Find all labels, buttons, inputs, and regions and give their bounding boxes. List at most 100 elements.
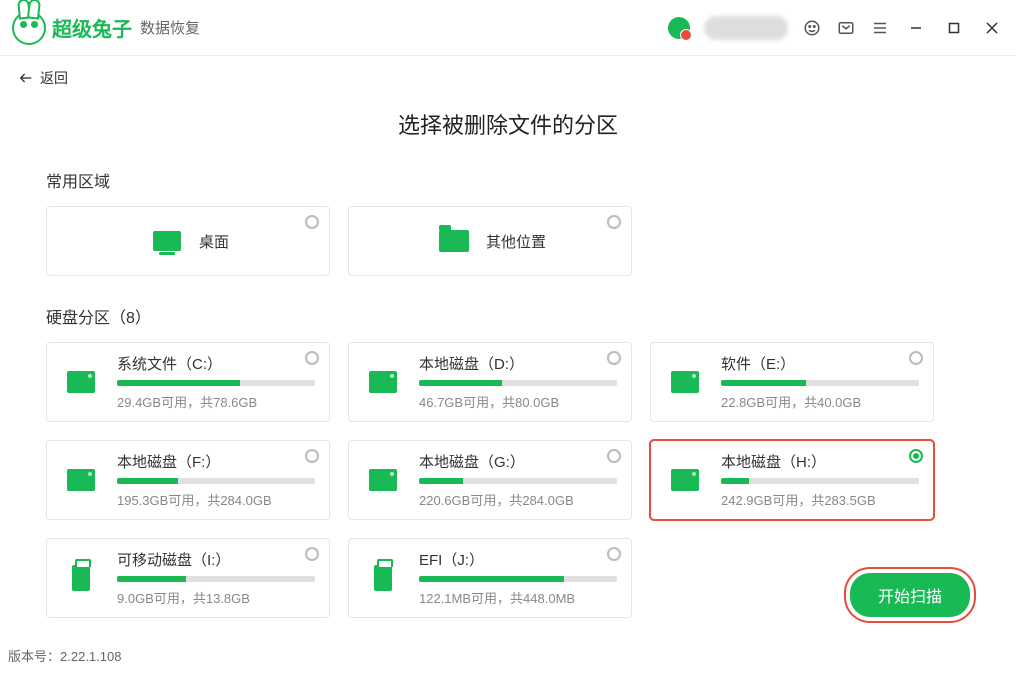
version-number: 2.22.1.108: [60, 649, 121, 664]
card-icon: [363, 362, 403, 402]
usage-bar: [419, 576, 617, 582]
card-label: 其他位置: [486, 231, 546, 252]
card-icon: [147, 221, 187, 261]
partition-label: 本地磁盘（F:）: [117, 451, 315, 472]
location-card-desktop[interactable]: 桌面: [46, 206, 330, 276]
page-title: 选择被删除文件的分区: [0, 108, 1016, 140]
usage-bar: [117, 576, 315, 582]
locations-row: 桌面 其他位置: [46, 206, 970, 276]
disk-icon: [369, 469, 397, 491]
partition-info: 242.9GB可用，共283.5GB: [721, 490, 919, 509]
close-icon[interactable]: [980, 16, 1004, 40]
partition-info: 29.4GB可用，共78.6GB: [117, 392, 315, 411]
back-button[interactable]: 返回: [0, 56, 1016, 88]
card-icon: [61, 460, 101, 500]
card-icon: [363, 558, 403, 598]
partition-card-f[interactable]: 本地磁盘（F:） 195.3GB可用，共284.0GB: [46, 440, 330, 520]
partition-info: 220.6GB可用，共284.0GB: [419, 490, 617, 509]
usage-bar-fill: [721, 478, 749, 484]
usb-icon: [374, 565, 392, 591]
usage-bar: [117, 380, 315, 386]
brand-sub: 数据恢复: [140, 17, 200, 38]
card-icon: [665, 460, 705, 500]
header-right: [668, 16, 1004, 40]
card-text: EFI（J:） 122.1MB可用，共448.0MB: [419, 549, 617, 607]
radio-indicator: [607, 215, 621, 229]
partition-label: 本地磁盘（D:）: [419, 353, 617, 374]
card-text: 本地磁盘（H:） 242.9GB可用，共283.5GB: [721, 451, 919, 509]
usage-bar-fill: [419, 576, 564, 582]
partition-label: 本地磁盘（H:）: [721, 451, 919, 472]
usage-bar-fill: [117, 576, 186, 582]
radio-indicator: [305, 215, 319, 229]
partition-card-j[interactable]: EFI（J:） 122.1MB可用，共448.0MB: [348, 538, 632, 618]
card-icon: [363, 460, 403, 500]
brand-main: 超级兔子: [52, 13, 132, 42]
card-text: 可移动磁盘（I:）9.0GB可用，共13.8GB: [117, 549, 315, 607]
scan-button-wrap: 开始扫描: [850, 573, 970, 617]
partition-info: 122.1MB可用，共448.0MB: [419, 588, 617, 607]
radio-indicator: [607, 449, 621, 463]
card-icon: [434, 221, 474, 261]
minimize-icon[interactable]: [904, 16, 928, 40]
menu-icon[interactable]: [870, 18, 890, 38]
radio-indicator: [909, 351, 923, 365]
radio-indicator: [909, 449, 923, 463]
partition-card-c[interactable]: 系统文件（C:） 29.4GB可用，共78.6GB: [46, 342, 330, 422]
monitor-icon: [153, 231, 181, 251]
disk-icon: [67, 469, 95, 491]
content: 常用区域 桌面 其他位置 硬盘分区（8） 系统文件（C:） 29.4GB可用，共78…: [0, 168, 1016, 618]
scan-button[interactable]: 开始扫描: [850, 573, 970, 617]
maximize-icon[interactable]: [942, 16, 966, 40]
card-text: 系统文件（C:） 29.4GB可用，共78.6GB: [117, 353, 315, 411]
radio-indicator: [305, 449, 319, 463]
usage-bar-fill: [117, 478, 178, 484]
usage-bar: [721, 380, 919, 386]
bunny-icon: [12, 11, 46, 45]
usage-bar-fill: [721, 380, 806, 386]
footer: 版本号：2.22.1.108: [8, 646, 121, 665]
card-icon: [61, 362, 101, 402]
back-label: 返回: [40, 68, 68, 88]
disk-icon: [671, 469, 699, 491]
usage-bar-fill: [419, 478, 463, 484]
usb-icon: [72, 565, 90, 591]
card-icon: [665, 362, 705, 402]
usage-bar-fill: [419, 380, 502, 386]
partition-card-d[interactable]: 本地磁盘（D:） 46.7GB可用，共80.0GB: [348, 342, 632, 422]
partition-card-g[interactable]: 本地磁盘（G:） 220.6GB可用，共284.0GB: [348, 440, 632, 520]
usage-bar: [419, 380, 617, 386]
partition-label: EFI（J:）: [419, 549, 617, 570]
app-header: 超级兔子 数据恢复: [0, 0, 1016, 56]
section-disk-label: 硬盘分区（8）: [46, 304, 970, 328]
section-common-label: 常用区域: [46, 168, 970, 192]
card-text: 本地磁盘（D:） 46.7GB可用，共80.0GB: [419, 353, 617, 411]
partitions-row: 系统文件（C:） 29.4GB可用，共78.6GB 本地磁盘（D:） 46.7GB可用…: [46, 342, 970, 618]
partition-label: 系统文件（C:）: [117, 353, 315, 374]
support-icon[interactable]: [802, 18, 822, 38]
partition-info: 22.8GB可用，共40.0GB: [721, 392, 919, 411]
partition-info: 46.7GB可用，共80.0GB: [419, 392, 617, 411]
location-card-other[interactable]: 其他位置: [348, 206, 632, 276]
folder-icon: [439, 230, 469, 252]
usage-bar: [419, 478, 617, 484]
disk-icon: [369, 371, 397, 393]
radio-indicator: [305, 547, 319, 561]
usage-bar: [721, 478, 919, 484]
partition-card-h[interactable]: 本地磁盘（H:） 242.9GB可用，共283.5GB: [650, 440, 934, 520]
partition-label: 本地磁盘（G:）: [419, 451, 617, 472]
radio-indicator: [607, 547, 621, 561]
card-text: 本地磁盘（F:） 195.3GB可用，共284.0GB: [117, 451, 315, 509]
feedback-icon[interactable]: [836, 18, 856, 38]
partition-info: 9.0GB可用，共13.8GB: [117, 588, 315, 607]
partition-info: 195.3GB可用，共284.0GB: [117, 490, 315, 509]
version-prefix: 版本号：: [8, 649, 60, 664]
partition-card-i[interactable]: 可移动磁盘（I:）9.0GB可用，共13.8GB: [46, 538, 330, 618]
card-label: 桌面: [199, 231, 229, 252]
usage-bar: [117, 478, 315, 484]
user-name-blurred: [704, 16, 788, 40]
brand-logo: 超级兔子 数据恢复: [12, 11, 200, 45]
disk-icon: [671, 371, 699, 393]
partition-card-e[interactable]: 软件（E:）22.8GB可用，共40.0GB: [650, 342, 934, 422]
user-avatar-icon[interactable]: [668, 17, 690, 39]
